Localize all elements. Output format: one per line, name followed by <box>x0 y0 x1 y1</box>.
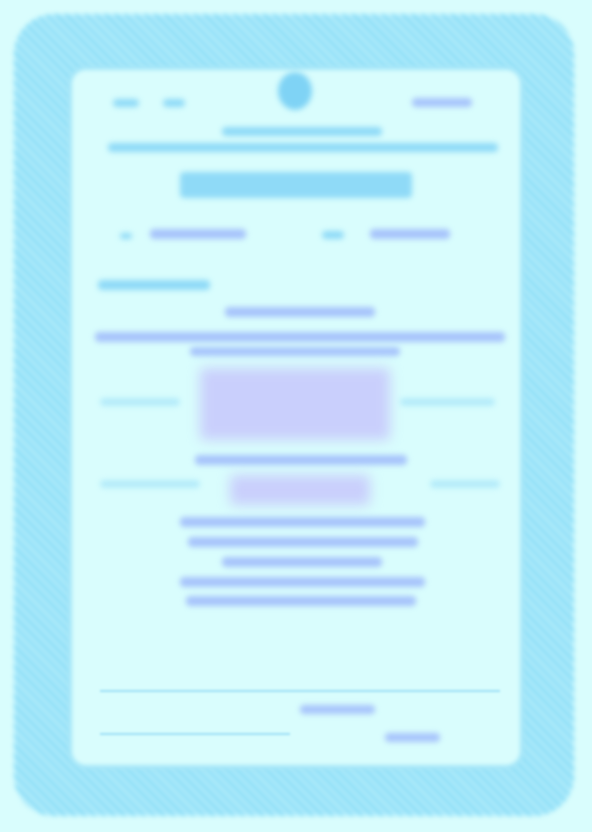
signature-line-2 <box>100 733 290 735</box>
organization-name-2 <box>190 347 400 356</box>
note-left <box>100 398 180 406</box>
signature-line <box>100 690 500 692</box>
organization-type <box>225 307 375 317</box>
date-label <box>120 233 132 239</box>
series-label <box>113 99 139 107</box>
stamp-area <box>200 368 390 440</box>
note-left-2 <box>100 480 200 488</box>
emblem-icon <box>278 72 312 110</box>
document-title <box>180 172 412 198</box>
signatory-name <box>385 733 440 742</box>
organization-name <box>95 332 505 342</box>
note-right <box>400 398 495 406</box>
address-line-5 <box>186 596 416 606</box>
issue-date <box>150 229 246 239</box>
issued-to-label <box>98 280 210 290</box>
document-number <box>412 98 472 107</box>
series-value <box>163 99 185 107</box>
address-line-2 <box>188 537 418 547</box>
validity-line <box>195 455 407 465</box>
issuer-line-1 <box>222 127 382 136</box>
address-line-4 <box>180 577 425 587</box>
registration-number <box>370 229 450 239</box>
issuer-line-2 <box>108 143 498 152</box>
signatory-title <box>300 705 375 714</box>
number-label <box>322 231 344 239</box>
stamp-area-2 <box>230 475 370 505</box>
address-line-1 <box>180 517 425 527</box>
address-line-3 <box>222 557 382 567</box>
note-right-2 <box>430 480 500 488</box>
